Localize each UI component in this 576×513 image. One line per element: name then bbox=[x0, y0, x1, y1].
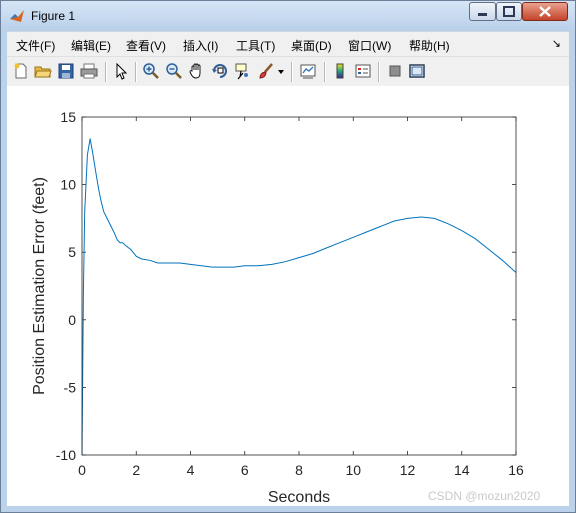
x-tick-label: 4 bbox=[187, 462, 195, 478]
rotate-3d-icon[interactable] bbox=[211, 62, 229, 80]
x-tick-label: 8 bbox=[295, 462, 303, 478]
x-axis-label: Seconds bbox=[268, 489, 330, 506]
close-icon bbox=[539, 6, 551, 17]
x-tick-label: 2 bbox=[132, 462, 140, 478]
toolbar-separator bbox=[135, 62, 137, 82]
open-file-icon[interactable] bbox=[34, 62, 52, 80]
insert-legend-icon[interactable] bbox=[354, 62, 372, 80]
figure-toolbar bbox=[7, 56, 569, 87]
menu-view[interactable]: 查看(V) bbox=[126, 37, 166, 54]
menu-bar: 文件(F) 编辑(E) 查看(V) 插入(I) 工具(T) 桌面(D) 窗口(W… bbox=[7, 31, 569, 56]
x-tick-label: 10 bbox=[345, 462, 361, 478]
figure-window: Figure 1 文件(F) 编辑(E) 查看(V) 插入(I) 工具(T) 桌… bbox=[0, 0, 576, 513]
maximize-button[interactable] bbox=[496, 2, 522, 21]
toolbar-separator bbox=[324, 62, 326, 82]
matlab-icon bbox=[10, 10, 24, 22]
y-tick-label: 0 bbox=[68, 312, 76, 328]
y-tick-label: 15 bbox=[60, 109, 76, 125]
pan-hand-icon[interactable] bbox=[188, 62, 206, 80]
title-bar[interactable]: Figure 1 bbox=[1, 1, 575, 31]
y-tick-label: 10 bbox=[60, 177, 76, 193]
watermark: CSDN @mozun2020 bbox=[428, 489, 541, 503]
x-tick-label: 14 bbox=[454, 462, 470, 478]
y-tick-label: -5 bbox=[64, 379, 77, 395]
edit-plot-arrow-icon[interactable] bbox=[112, 62, 130, 80]
y-tick-label: 5 bbox=[68, 244, 76, 260]
insert-colorbar-icon[interactable] bbox=[331, 62, 349, 80]
x-tick-label: 6 bbox=[241, 462, 249, 478]
maximize-icon bbox=[503, 6, 515, 17]
menu-insert[interactable]: 插入(I) bbox=[183, 37, 218, 54]
figure-canvas: 0 2 4 6 8 10 12 14 16 -10 -5 0 5 10 15 Seconds Positio… bbox=[7, 86, 569, 506]
menu-file[interactable]: 文件(F) bbox=[16, 37, 55, 54]
line-plot: 0 2 4 6 8 10 12 14 16 -10 -5 0 5 10 15 Seconds Positio… bbox=[31, 109, 524, 506]
toolbar-separator bbox=[105, 62, 107, 82]
new-figure-icon[interactable] bbox=[12, 62, 30, 80]
menu-desktop[interactable]: 桌面(D) bbox=[291, 37, 332, 54]
dock-arrow-icon[interactable]: ↘ bbox=[552, 37, 561, 50]
y-axis-label: Position Estimation Error (feet) bbox=[31, 177, 48, 395]
window-title: Figure 1 bbox=[31, 9, 76, 23]
menu-help[interactable]: 帮助(H) bbox=[409, 37, 450, 54]
save-icon[interactable] bbox=[57, 62, 75, 80]
menu-window[interactable]: 窗口(W) bbox=[348, 37, 391, 54]
x-tick-label: 12 bbox=[400, 462, 416, 478]
data-cursor-icon[interactable] bbox=[234, 62, 252, 80]
brush-dropdown-icon[interactable] bbox=[277, 62, 285, 80]
axes-background bbox=[82, 117, 516, 455]
minimize-button[interactable] bbox=[469, 2, 496, 21]
y-tick-label: -10 bbox=[56, 447, 76, 463]
toolbar-separator bbox=[378, 62, 380, 82]
zoom-in-icon[interactable] bbox=[142, 62, 160, 80]
hide-plot-tools-icon[interactable] bbox=[386, 62, 404, 80]
menu-edit[interactable]: 编辑(E) bbox=[71, 37, 111, 54]
toolbar-separator bbox=[291, 62, 293, 82]
zoom-out-icon[interactable] bbox=[165, 62, 183, 80]
menu-tools[interactable]: 工具(T) bbox=[236, 37, 275, 54]
minimize-icon bbox=[478, 13, 487, 16]
x-tick-label: 0 bbox=[78, 462, 86, 478]
brush-icon[interactable] bbox=[257, 62, 275, 80]
print-icon[interactable] bbox=[80, 62, 98, 80]
show-plot-tools-icon[interactable] bbox=[408, 62, 426, 80]
link-plot-icon[interactable] bbox=[299, 62, 317, 80]
close-button[interactable] bbox=[522, 2, 568, 21]
x-tick-label: 16 bbox=[508, 462, 524, 478]
